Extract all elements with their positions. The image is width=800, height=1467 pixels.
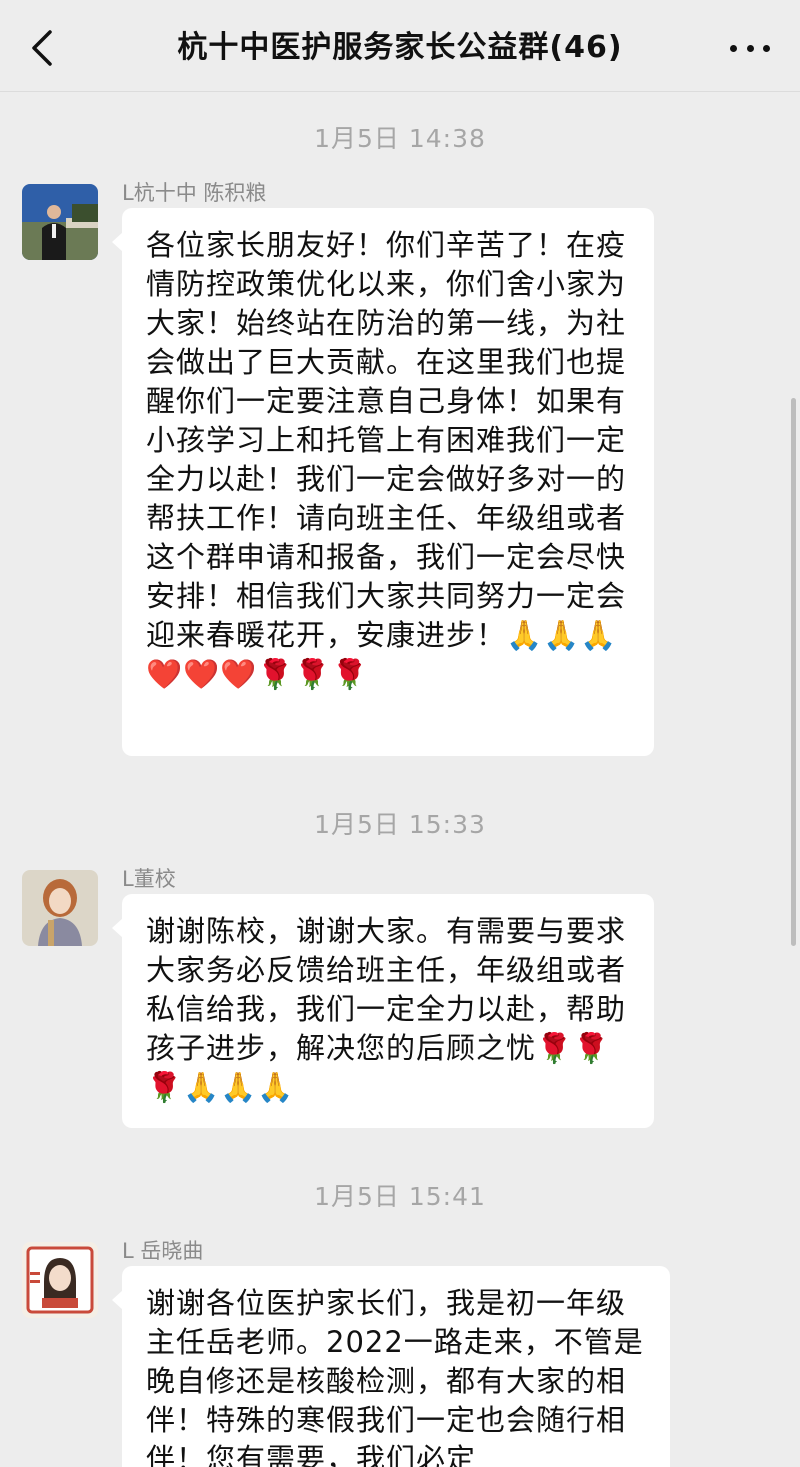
chevron-left-icon: [32, 30, 52, 66]
message-bubble[interactable]: 谢谢陈校，谢谢大家。有需要与要求大家务必反馈给班主任，年级组或者私信给我，我们一…: [112, 894, 654, 1128]
avatar[interactable]: [22, 1242, 98, 1318]
avatar-photo-icon: [22, 1242, 98, 1318]
message-timestamp: 1月5日 15:41: [314, 1182, 486, 1211]
sender-name: L董校: [122, 867, 176, 891]
chat-title: 杭十中医护服务家长公益群(46): [177, 30, 623, 65]
message-bubble[interactable]: 各位家长朋友好！你们辛苦了！在疫情防控政策优化以来，你们舍小家为大家！始终站在防…: [112, 208, 654, 756]
back-button[interactable]: [24, 28, 60, 68]
chat-area[interactable]: 1月5日 14:38 L杭十中 陈积粮 各位家长朋友好！你们辛苦了！在疫情防控政…: [0, 93, 800, 1467]
sender-name: L杭十中 陈积粮: [122, 181, 267, 205]
message-timestamp: 1月5日 14:38: [314, 124, 486, 153]
sender-name: L 岳晓曲: [122, 1239, 204, 1263]
more-button[interactable]: [730, 36, 770, 60]
avatar[interactable]: [22, 870, 98, 946]
more-dot-icon: [763, 44, 770, 52]
more-dot-icon: [746, 44, 754, 52]
avatar-photo-icon: [22, 184, 98, 260]
scrollbar[interactable]: [791, 398, 796, 946]
message-bubble[interactable]: 谢谢各位医护家长们，我是初一年级主任岳老师。2022一路走来，不管是晚自修还是核…: [112, 1266, 670, 1467]
navigation-bar: 杭十中医护服务家长公益群(46): [0, 0, 800, 92]
avatar[interactable]: [22, 184, 98, 260]
more-dot-icon: [730, 44, 737, 52]
avatar-photo-icon: [22, 870, 98, 946]
message-timestamp: 1月5日 15:33: [314, 810, 486, 839]
